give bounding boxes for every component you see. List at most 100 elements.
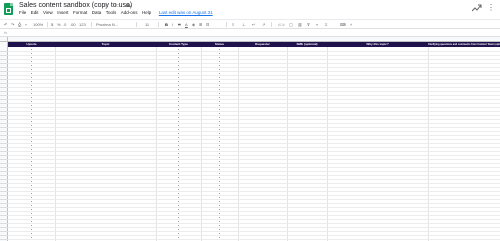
dropdown-arrow-icon[interactable] xyxy=(178,89,179,90)
dropdown-arrow-icon[interactable] xyxy=(31,201,32,202)
dropdown-arrow-icon[interactable] xyxy=(178,85,179,86)
dropdown-arrow-icon[interactable] xyxy=(219,121,220,122)
text-rotation-icon[interactable]: ↗ xyxy=(262,21,265,28)
dropdown-arrow-icon[interactable] xyxy=(31,161,32,162)
dropdown-arrow-icon[interactable] xyxy=(31,109,32,110)
sheets-logo-icon[interactable] xyxy=(4,3,13,15)
dropdown-arrow-icon[interactable] xyxy=(31,113,32,114)
star-icon[interactable]: ☆ xyxy=(104,3,109,9)
dropdown-arrow-icon[interactable] xyxy=(219,65,220,66)
dropdown-arrow-icon[interactable] xyxy=(219,89,220,90)
dropdown-arrow-icon[interactable] xyxy=(178,93,179,94)
dropdown-arrow-icon[interactable] xyxy=(219,209,220,210)
dropdown-arrow-icon[interactable] xyxy=(219,105,220,106)
dropdown-arrow-icon[interactable] xyxy=(178,69,179,70)
dropdown-arrow-icon[interactable] xyxy=(31,129,32,130)
bold-button[interactable]: B xyxy=(165,21,168,28)
dropdown-arrow-icon[interactable] xyxy=(219,233,220,234)
dropdown-arrow-icon[interactable] xyxy=(178,101,179,102)
dropdown-arrow-icon[interactable] xyxy=(178,185,179,186)
dropdown-arrow-icon[interactable] xyxy=(219,53,220,54)
dropdown-arrow-icon[interactable] xyxy=(178,53,179,54)
more-options-icon[interactable]: ⋮ xyxy=(487,3,495,12)
dropdown-arrow-icon[interactable] xyxy=(178,77,179,78)
dropdown-arrow-icon[interactable] xyxy=(219,141,220,142)
dropdown-arrow-icon[interactable] xyxy=(219,213,220,214)
last-edit-link[interactable]: Last edit was on August 31 xyxy=(159,10,213,15)
text-color-button[interactable]: A xyxy=(185,21,188,28)
dropdown-arrow-icon[interactable] xyxy=(31,121,32,122)
input-tools-icon[interactable]: ⌨ xyxy=(340,21,346,28)
dropdown-arrow-icon[interactable] xyxy=(31,213,32,214)
insert-comment-icon[interactable]: ▢ xyxy=(289,21,293,28)
dropdown-arrow-icon[interactable] xyxy=(219,145,220,146)
dropdown-arrow-icon[interactable] xyxy=(178,73,179,74)
dropdown-arrow-icon[interactable] xyxy=(219,73,220,74)
spreadsheet-grid[interactable]: Upvote Topic Content Type Status Request… xyxy=(0,37,500,241)
dropdown-arrow-icon[interactable] xyxy=(31,101,32,102)
dropdown-arrow-icon[interactable] xyxy=(219,49,220,50)
zoom-select[interactable]: 100% xyxy=(33,21,43,28)
menu-add-ons[interactable]: Add-ons xyxy=(121,10,138,15)
dropdown-arrow-icon[interactable] xyxy=(219,85,220,86)
dropdown-arrow-icon[interactable] xyxy=(31,117,32,118)
dropdown-arrow-icon[interactable] xyxy=(178,193,179,194)
undo-icon[interactable]: ↶ xyxy=(4,21,7,28)
dropdown-arrow-icon[interactable] xyxy=(178,165,179,166)
font-size-select[interactable]: 11 xyxy=(145,21,149,28)
dropdown-arrow-icon[interactable] xyxy=(31,61,32,62)
dropdown-arrow-icon[interactable] xyxy=(178,189,179,190)
dropdown-arrow-icon[interactable] xyxy=(31,77,32,78)
dropdown-arrow-icon[interactable] xyxy=(178,157,179,158)
dropdown-arrow-icon[interactable] xyxy=(219,61,220,62)
filter-icon[interactable]: ⊽ xyxy=(307,21,310,28)
menu-format[interactable]: Format xyxy=(73,10,87,15)
dropdown-arrow-icon[interactable] xyxy=(31,69,32,70)
dropdown-arrow-icon[interactable] xyxy=(31,93,32,94)
dropdown-arrow-icon[interactable] xyxy=(178,217,179,218)
dropdown-arrow-icon[interactable] xyxy=(219,225,220,226)
dropdown-arrow-icon[interactable] xyxy=(31,193,32,194)
insert-link-icon[interactable]: ⊂⊃ xyxy=(278,21,285,28)
dropdown-arrow-icon[interactable] xyxy=(178,137,179,138)
dropdown-arrow-icon[interactable] xyxy=(31,65,32,66)
dropdown-arrow-icon[interactable] xyxy=(219,165,220,166)
dropdown-arrow-icon[interactable] xyxy=(31,189,32,190)
dropdown-arrow-icon[interactable] xyxy=(219,125,220,126)
dropdown-arrow-icon[interactable] xyxy=(219,117,220,118)
dropdown-arrow-icon[interactable] xyxy=(178,153,179,154)
dropdown-arrow-icon[interactable] xyxy=(178,141,179,142)
dropdown-arrow-icon[interactable] xyxy=(178,149,179,150)
activity-trend-icon[interactable] xyxy=(472,4,482,12)
font-select[interactable]: Proxima N... xyxy=(96,21,118,28)
dropdown-arrow-icon[interactable] xyxy=(219,217,220,218)
dropdown-arrow-icon[interactable] xyxy=(31,125,32,126)
percent-format-button[interactable]: % xyxy=(57,21,61,28)
dropdown-arrow-icon[interactable] xyxy=(219,69,220,70)
dropdown-arrow-icon[interactable] xyxy=(178,209,179,210)
dropdown-arrow-icon[interactable] xyxy=(219,189,220,190)
dropdown-arrow-icon[interactable] xyxy=(219,169,220,170)
fill-color-icon[interactable]: ◈ xyxy=(192,21,195,28)
dropdown-arrow-icon[interactable] xyxy=(219,193,220,194)
dropdown-arrow-icon[interactable] xyxy=(178,205,179,206)
move-to-folder-icon[interactable]: ▭ xyxy=(114,3,120,9)
dropdown-arrow-icon[interactable] xyxy=(31,153,32,154)
dropdown-arrow-icon[interactable] xyxy=(219,221,220,222)
dropdown-arrow-icon[interactable] xyxy=(178,113,179,114)
dropdown-arrow-icon[interactable] xyxy=(31,169,32,170)
collapse-toolbar-icon[interactable]: ˄ xyxy=(350,21,352,28)
menu-help[interactable]: Help xyxy=(142,10,151,15)
dropdown-arrow-icon[interactable] xyxy=(31,157,32,158)
dropdown-arrow-icon[interactable] xyxy=(31,49,32,50)
dropdown-arrow-icon[interactable] xyxy=(178,173,179,174)
dropdown-arrow-icon[interactable] xyxy=(219,57,220,58)
dropdown-arrow-icon[interactable] xyxy=(31,165,32,166)
menu-tools[interactable]: Tools xyxy=(106,10,117,15)
dropdown-arrow-icon[interactable] xyxy=(178,145,179,146)
dropdown-arrow-icon[interactable] xyxy=(31,89,32,90)
dropdown-arrow-icon[interactable] xyxy=(31,177,32,178)
dropdown-arrow-icon[interactable] xyxy=(178,237,179,238)
dropdown-arrow-icon[interactable] xyxy=(31,225,32,226)
dropdown-arrow-icon[interactable] xyxy=(31,197,32,198)
